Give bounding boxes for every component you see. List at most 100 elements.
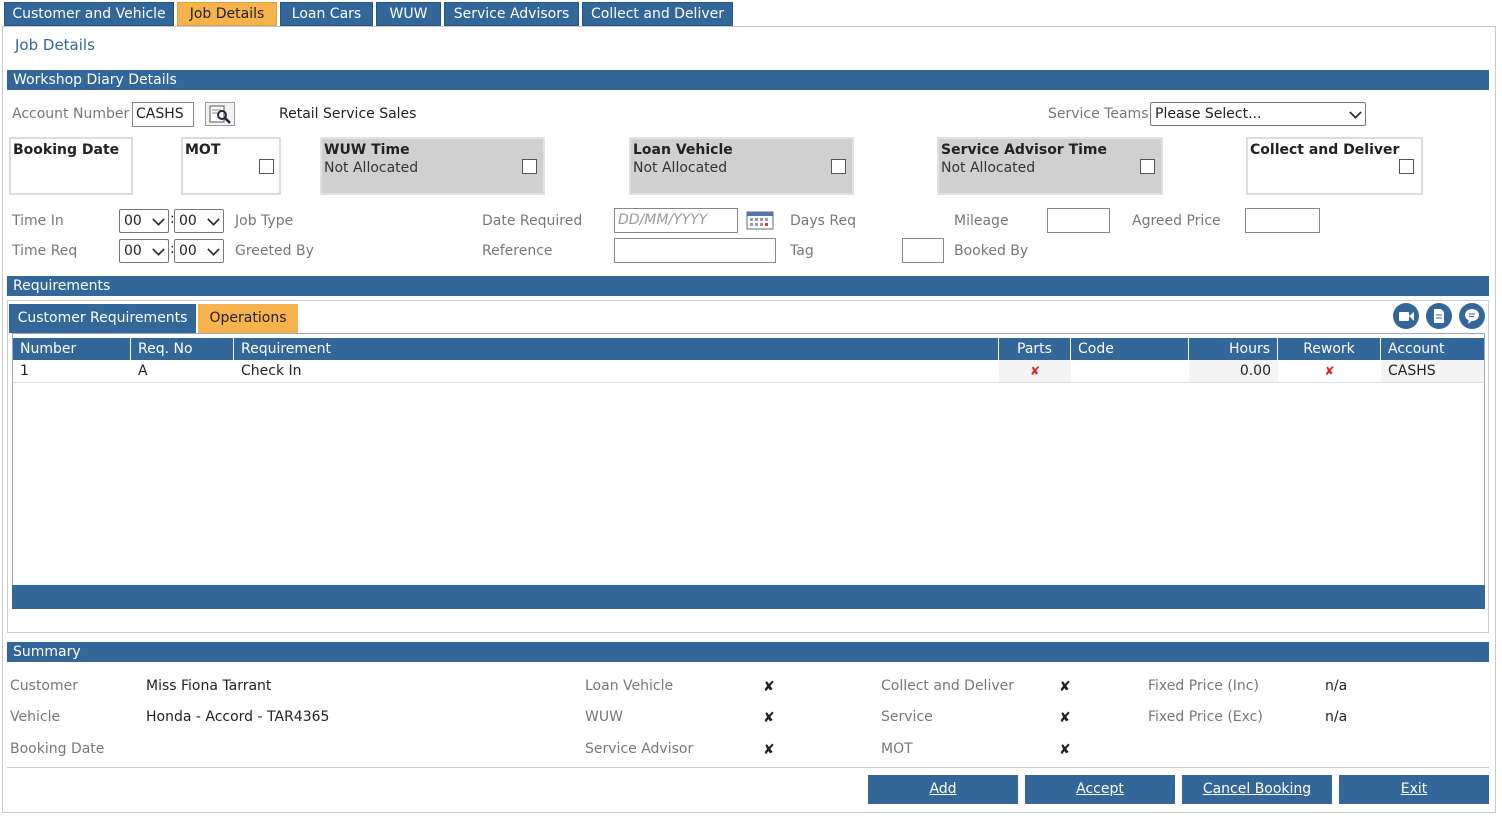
summary-service-advisor-cross-icon: ✘ bbox=[763, 742, 775, 758]
summary-fixed-price-inc-value: n/a bbox=[1325, 678, 1348, 694]
column-header-hours[interactable]: Hours bbox=[1189, 338, 1278, 360]
reference-label: Reference bbox=[482, 243, 553, 259]
tab-service-advisors[interactable]: Service Advisors bbox=[444, 2, 579, 26]
loan-vehicle-card-title: Loan Vehicle bbox=[633, 142, 733, 158]
tag-input[interactable] bbox=[902, 238, 944, 263]
column-header-requirement[interactable]: Requirement bbox=[234, 338, 999, 360]
row-account: CASHS bbox=[1381, 360, 1484, 382]
comment-button[interactable] bbox=[1459, 303, 1485, 329]
row-rework-cross-icon: ✘ bbox=[1324, 364, 1335, 378]
chevron-down-icon bbox=[152, 243, 165, 256]
booking-date-card: Booking Date bbox=[9, 137, 133, 195]
time-req-hour-value: 00 bbox=[124, 243, 142, 259]
date-required-input[interactable]: DD/MM/YYYY bbox=[614, 208, 738, 233]
loan-vehicle-card: Loan Vehicle Not Allocated bbox=[629, 137, 854, 195]
time-in-minute-select[interactable]: 00 bbox=[174, 209, 224, 233]
collect-and-deliver-card-title: Collect and Deliver bbox=[1250, 142, 1400, 158]
tab-customer-requirements[interactable]: Customer Requirements bbox=[9, 304, 196, 333]
chevron-down-icon bbox=[152, 213, 165, 226]
wuw-time-checkbox[interactable] bbox=[522, 159, 537, 174]
mileage-label: Mileage bbox=[954, 213, 1009, 229]
row-parts-cross-icon: ✘ bbox=[999, 360, 1071, 382]
summary-vehicle-label: Vehicle bbox=[10, 709, 61, 725]
mot-checkbox[interactable] bbox=[259, 159, 274, 174]
exit-button[interactable]: Exit bbox=[1339, 775, 1489, 804]
service-advisor-time-card: Service Advisor Time Not Allocated bbox=[937, 137, 1163, 195]
agreed-price-input[interactable] bbox=[1245, 208, 1320, 233]
wuw-time-status: Not Allocated bbox=[324, 160, 419, 176]
account-name: Retail Service Sales bbox=[279, 106, 417, 122]
summary-loan-vehicle-label: Loan Vehicle bbox=[585, 678, 674, 694]
calendar-button[interactable] bbox=[745, 209, 775, 231]
cancel-booking-button[interactable]: Cancel Booking bbox=[1182, 775, 1332, 804]
summary-vehicle-value: Honda - Accord - TAR4365 bbox=[146, 709, 330, 725]
tab-customer-and-vehicle[interactable]: Customer and Vehicle bbox=[4, 2, 174, 26]
service-teams-select[interactable]: Please Select... bbox=[1150, 102, 1366, 126]
column-header-code[interactable]: Code bbox=[1071, 338, 1189, 360]
tab-operations[interactable]: Operations bbox=[198, 304, 298, 333]
booked-by-label: Booked By bbox=[954, 243, 1029, 259]
mot-card-title: MOT bbox=[185, 142, 221, 158]
service-teams-value: Please Select... bbox=[1155, 106, 1262, 122]
booking-date-card-title: Booking Date bbox=[13, 142, 120, 158]
summary-loan-vehicle-cross-icon: ✘ bbox=[763, 679, 775, 695]
mot-card: MOT bbox=[181, 137, 281, 195]
row-code bbox=[1071, 360, 1189, 382]
loan-vehicle-checkbox[interactable] bbox=[831, 159, 846, 174]
service-teams-label: Service Teams bbox=[1048, 106, 1149, 122]
calendar-icon bbox=[746, 211, 774, 230]
document-button[interactable] bbox=[1426, 303, 1452, 329]
service-advisor-time-card-title: Service Advisor Time bbox=[941, 142, 1108, 158]
reference-input[interactable] bbox=[614, 238, 776, 263]
tab-job-details[interactable]: Job Details bbox=[177, 2, 277, 26]
agreed-price-label: Agreed Price bbox=[1132, 213, 1221, 229]
tab-loan-cars[interactable]: Loan Cars bbox=[280, 2, 373, 26]
job-type-label: Job Type bbox=[235, 213, 294, 229]
divider bbox=[7, 767, 1489, 768]
account-search-button[interactable] bbox=[205, 102, 235, 126]
column-header-parts[interactable]: Parts bbox=[999, 338, 1071, 360]
row-number: 1 bbox=[20, 363, 29, 379]
row-req-no: A bbox=[138, 363, 148, 379]
summary-fixed-price-exc-label: Fixed Price (Exc) bbox=[1148, 709, 1263, 725]
grid-footer bbox=[12, 585, 1485, 609]
column-header-rework[interactable]: Rework bbox=[1278, 338, 1381, 360]
requirements-section-header: Requirements bbox=[7, 276, 1489, 296]
summary-customer-label: Customer bbox=[10, 678, 79, 694]
collect-and-deliver-checkbox[interactable] bbox=[1399, 159, 1414, 174]
summary-service-cross-icon: ✘ bbox=[1059, 710, 1071, 726]
mileage-input[interactable] bbox=[1047, 208, 1110, 233]
days-req-label: Days Req bbox=[790, 213, 856, 229]
collect-and-deliver-card: Collect and Deliver bbox=[1246, 137, 1423, 195]
summary-booking-date-label: Booking Date bbox=[10, 741, 105, 757]
column-header-req-no[interactable]: Req. No bbox=[131, 338, 234, 360]
service-advisor-time-status: Not Allocated bbox=[941, 160, 1036, 176]
document-icon bbox=[1434, 309, 1444, 323]
time-in-hour-value: 00 bbox=[124, 213, 142, 229]
page-title: Job Details bbox=[15, 36, 95, 54]
add-button[interactable]: Add bbox=[868, 775, 1018, 804]
tab-collect-and-deliver[interactable]: Collect and Deliver bbox=[582, 2, 733, 26]
accept-button[interactable]: Accept bbox=[1025, 775, 1175, 804]
comment-icon bbox=[1465, 309, 1479, 324]
summary-fixed-price-exc-value: n/a bbox=[1325, 709, 1348, 725]
wuw-time-card: WUW Time Not Allocated bbox=[320, 137, 545, 195]
loan-vehicle-status: Not Allocated bbox=[633, 160, 728, 176]
chevron-down-icon bbox=[1349, 106, 1362, 119]
chevron-down-icon bbox=[207, 213, 220, 226]
column-header-account[interactable]: Account bbox=[1381, 338, 1484, 360]
summary-fixed-price-inc-label: Fixed Price (Inc) bbox=[1148, 678, 1259, 694]
time-in-hour-select[interactable]: 00 bbox=[119, 209, 169, 233]
greeted-by-label: Greeted By bbox=[235, 243, 314, 259]
workshop-diary-section-header: Workshop Diary Details bbox=[7, 70, 1489, 90]
time-req-minute-select[interactable]: 00 bbox=[174, 239, 224, 263]
video-button[interactable] bbox=[1393, 303, 1419, 329]
account-number-input[interactable]: CASHS bbox=[132, 102, 194, 127]
time-req-label: Time Req bbox=[12, 243, 78, 259]
tab-wuw[interactable]: WUW bbox=[376, 2, 441, 26]
tag-label: Tag bbox=[790, 243, 814, 259]
time-req-hour-select[interactable]: 00 bbox=[119, 239, 169, 263]
column-header-number[interactable]: Number bbox=[13, 338, 131, 360]
service-advisor-time-checkbox[interactable] bbox=[1140, 159, 1155, 174]
summary-service-advisor-label: Service Advisor bbox=[585, 741, 694, 757]
